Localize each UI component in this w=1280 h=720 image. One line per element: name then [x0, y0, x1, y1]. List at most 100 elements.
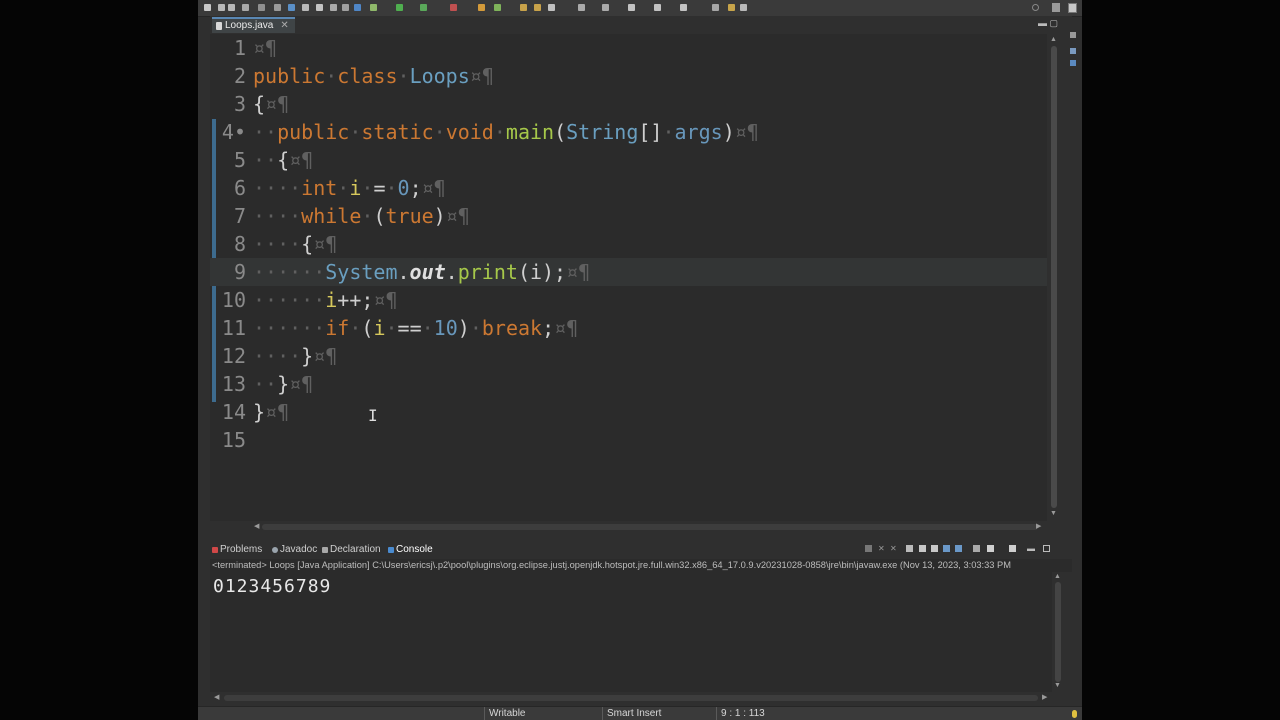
last-edit-icon[interactable]	[628, 4, 635, 11]
word-wrap-icon[interactable]	[943, 545, 950, 552]
line-number: 7	[233, 204, 246, 228]
search-toolbar-icon[interactable]	[1032, 4, 1039, 11]
tab-javadoc[interactable]: Javadoc	[272, 541, 317, 558]
new-icon[interactable]	[204, 4, 211, 11]
editor-horizontal-scrollbar[interactable]: ◀ ▶	[210, 521, 1047, 533]
list-icon[interactable]	[330, 4, 337, 11]
scroll-thumb[interactable]	[1051, 46, 1057, 508]
whitespace-icon[interactable]	[288, 4, 295, 11]
next-annotation-icon[interactable]	[578, 4, 585, 11]
tab-loops-java[interactable]: Loops.java ✕	[212, 17, 295, 33]
show-on-output-icon[interactable]	[955, 545, 962, 552]
new-class-icon[interactable]	[520, 4, 527, 11]
code-token: ····	[253, 232, 302, 256]
save-all-icon[interactable]	[228, 4, 235, 11]
tab-declaration[interactable]: Declaration	[322, 541, 381, 558]
open-console-icon[interactable]	[1009, 545, 1016, 552]
console-vertical-scrollbar[interactable]: ▲ ▼	[1052, 572, 1064, 692]
code-token: System	[325, 260, 398, 284]
print-icon[interactable]	[242, 4, 249, 11]
pin-icon[interactable]	[712, 4, 719, 11]
code-line[interactable]: 6 ····int·i·=·0;¤¶	[210, 174, 1047, 202]
scroll-thumb[interactable]	[224, 695, 1038, 701]
copy-icon[interactable]	[906, 545, 913, 552]
console-horizontal-scrollbar[interactable]: ◀ ▶	[210, 692, 1052, 704]
code-token: ·	[349, 120, 362, 144]
search-icon[interactable]	[548, 4, 555, 11]
code-token: break	[481, 316, 543, 340]
scroll-left-icon[interactable]: ◀	[214, 693, 219, 701]
edit-icon[interactable]	[302, 4, 309, 11]
scroll-up-icon[interactable]: ▲	[1054, 573, 1061, 580]
code-line[interactable]: 10 ······i++;¤¶	[210, 286, 1047, 314]
code-line[interactable]: 12 ····}¤¶	[210, 342, 1047, 370]
history-icon[interactable]	[728, 4, 735, 11]
scroll-thumb[interactable]	[1055, 582, 1061, 682]
tab-console[interactable]: Console	[388, 541, 433, 558]
display-console-icon[interactable]	[987, 545, 994, 552]
terminal-icon[interactable]	[258, 4, 265, 11]
code-line[interactable]: 8 ····{¤¶	[210, 230, 1047, 258]
save-icon[interactable]	[218, 4, 225, 11]
code-token: ¤¶	[734, 120, 759, 144]
show-whitespace-icon[interactable]	[354, 4, 361, 11]
debug-icon[interactable]	[370, 4, 377, 11]
remove-launch-icon[interactable]: ✕	[878, 545, 885, 553]
scroll-down-icon[interactable]: ▼	[1050, 510, 1057, 517]
toggle-icon[interactable]	[274, 4, 281, 11]
open-type-icon[interactable]	[534, 4, 541, 11]
code-line[interactable]: 2 public·class·Loops¤¶	[210, 62, 1047, 90]
clear-console-icon[interactable]	[919, 545, 926, 552]
editor-vertical-scrollbar[interactable]: ▲ ▼	[1047, 34, 1061, 521]
back-icon[interactable]	[654, 4, 661, 11]
code-line[interactable]: 5 ··{¤¶	[210, 146, 1047, 174]
code-text: ¤¶	[253, 34, 277, 62]
new-package-icon[interactable]	[494, 4, 501, 11]
status-insert-mode[interactable]: Smart Insert	[602, 707, 661, 720]
scroll-down-icon[interactable]: ▼	[1054, 682, 1061, 689]
code-line[interactable]: 3 {¤¶	[210, 90, 1047, 118]
tab-label: Console	[396, 544, 433, 555]
filter-icon[interactable]	[342, 4, 349, 11]
prev-annotation-icon[interactable]	[602, 4, 609, 11]
code-line[interactable]: 13 ··}¤¶	[210, 370, 1047, 398]
quick-access-icon[interactable]	[740, 4, 747, 11]
view-menu-icon[interactable]: ▬	[1027, 545, 1035, 553]
tip-icon[interactable]	[1072, 710, 1077, 718]
pin-console-icon[interactable]	[973, 545, 980, 552]
code-line[interactable]: 4• ··public·static·void·main(String[]·arg…	[210, 118, 1047, 146]
forward-icon[interactable]	[680, 4, 687, 11]
console-output-area[interactable]: 0123456789	[210, 572, 1052, 692]
scroll-left-icon[interactable]: ◀	[254, 522, 259, 530]
line-number: 5	[233, 148, 246, 172]
maximize-icon[interactable]	[1043, 545, 1050, 552]
close-icon[interactable]: ✕	[280, 19, 288, 33]
code-line[interactable]: 7 ····while·(true)¤¶	[210, 202, 1047, 230]
terminate-icon[interactable]	[865, 545, 872, 552]
minimize-maximize-icons[interactable]: ▬ ▢	[1038, 18, 1058, 29]
code-text: ····while·(true)¤¶	[253, 202, 470, 230]
code-editor[interactable]: 1 ¤¶ 2 public·class·Loops¤¶ 3 {¤¶ 4• ··public·s…	[210, 34, 1047, 521]
scroll-lock-icon[interactable]	[931, 545, 938, 552]
remove-all-icon[interactable]: ✕	[890, 545, 897, 553]
new-java-project-icon[interactable]	[478, 4, 485, 11]
coverage-icon[interactable]	[420, 4, 427, 11]
status-cursor-position[interactable]: 9 : 1 : 113	[716, 707, 765, 720]
tab-problems[interactable]: Problems	[212, 541, 262, 558]
block-icon[interactable]	[316, 4, 323, 11]
scroll-right-icon[interactable]: ▶	[1036, 522, 1041, 530]
code-line[interactable]: 15	[210, 426, 1047, 454]
scroll-up-icon[interactable]: ▲	[1050, 36, 1057, 43]
run-icon[interactable]	[396, 4, 403, 11]
code-line[interactable]: 9 ······System.out.print(i);¤¶	[210, 258, 1047, 286]
scroll-thumb[interactable]	[262, 524, 1038, 530]
java-perspective-icon[interactable]	[1068, 3, 1077, 13]
code-line[interactable]: 11 ······if·(i·==·10)·break;¤¶	[210, 314, 1047, 342]
code-line[interactable]: 14}¤¶	[210, 398, 1047, 426]
external-tools-icon[interactable]	[450, 4, 457, 11]
code-token: public	[253, 64, 326, 88]
scroll-right-icon[interactable]: ▶	[1042, 693, 1047, 701]
code-token: ·	[385, 316, 398, 340]
open-perspective-icon[interactable]	[1052, 3, 1060, 12]
code-line[interactable]: 1 ¤¶	[210, 34, 1047, 62]
